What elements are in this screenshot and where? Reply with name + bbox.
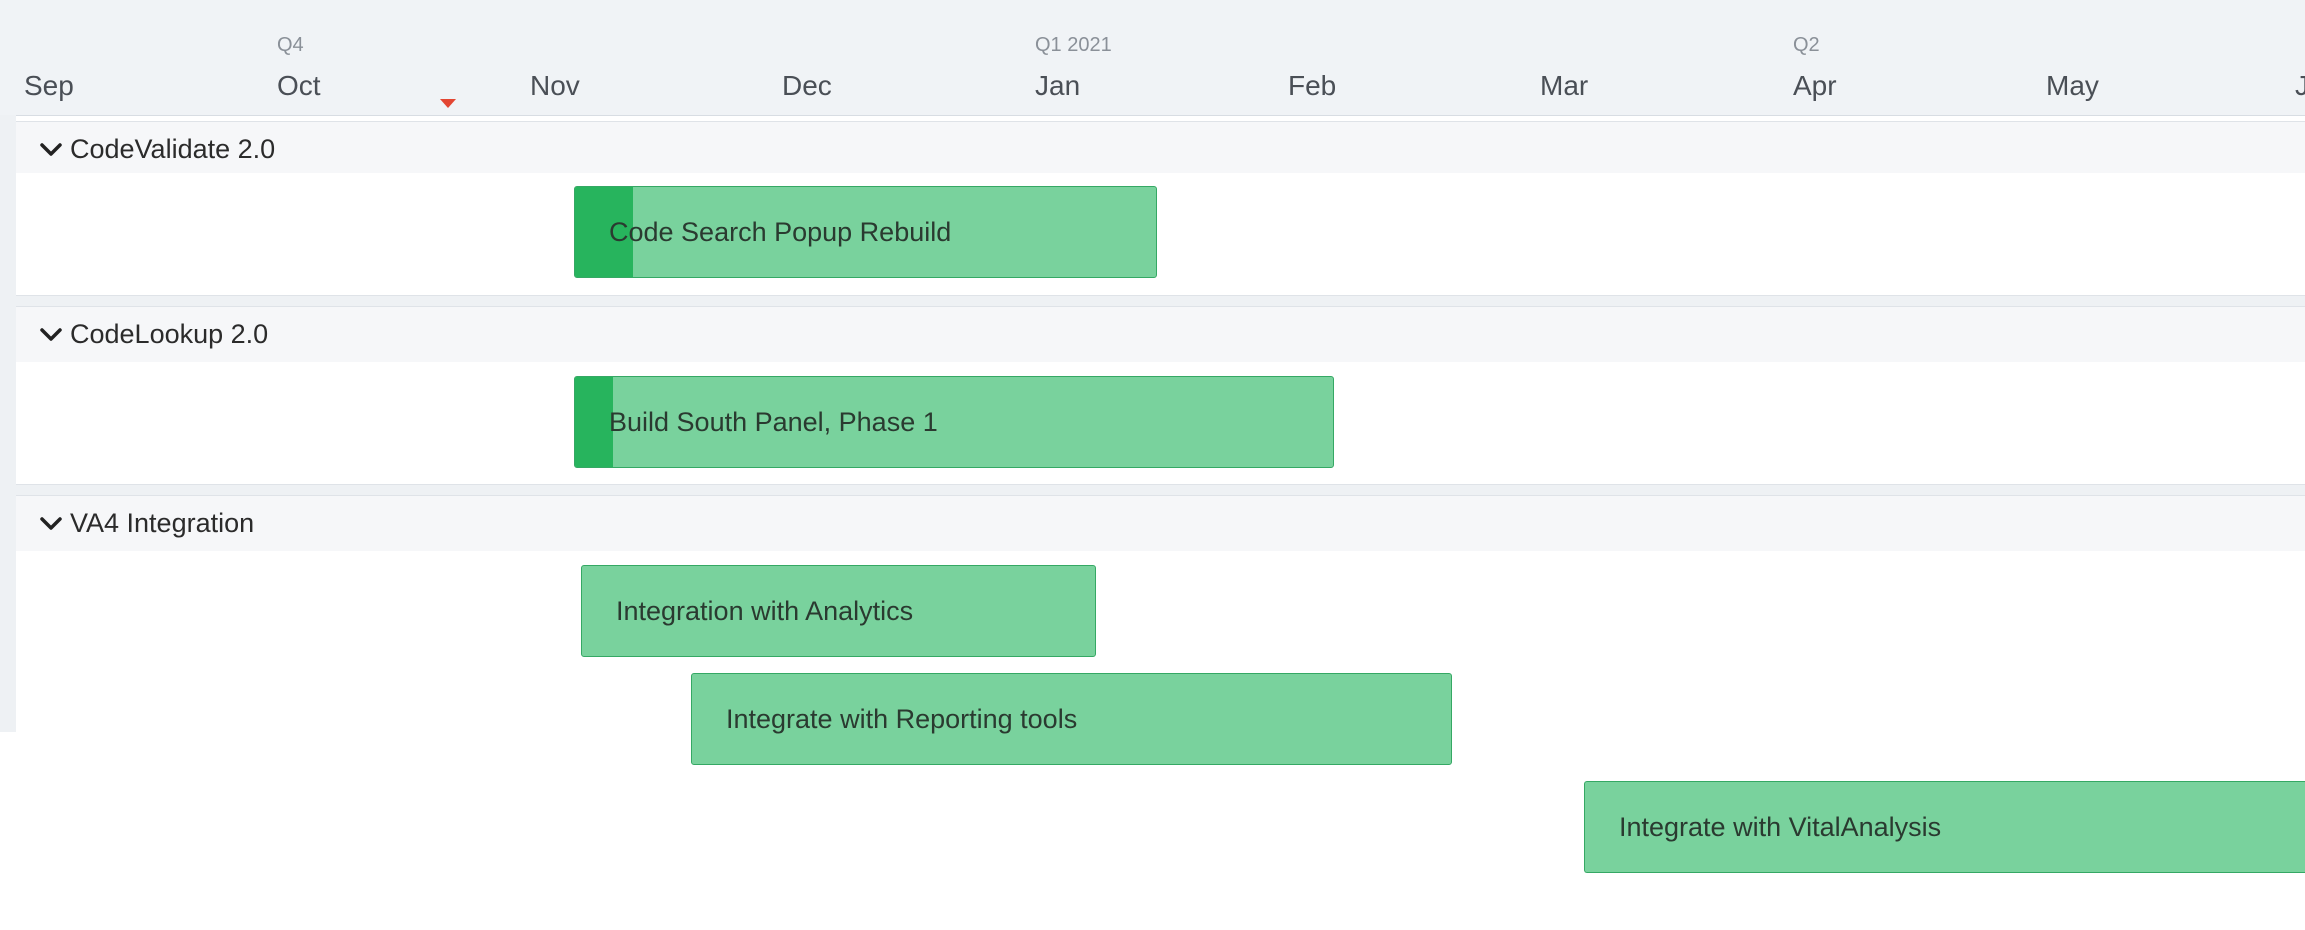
- chevron-down-icon[interactable]: [36, 509, 66, 539]
- task-label: Integrate with VitalAnalysis: [1619, 811, 1942, 842]
- task-bar-code-search-popup-rebuild[interactable]: Code Search Popup Rebuild: [574, 186, 1157, 278]
- month-label-jun-partial: J: [2295, 70, 2305, 101]
- month-label-mar: Mar: [1540, 70, 1589, 101]
- group-body-codevalidate: Code Search Popup Rebuild: [16, 173, 2305, 295]
- quarter-label-q4: Q4: [277, 34, 304, 56]
- group-header-va4-integration[interactable]: VA4 Integration: [16, 495, 2305, 552]
- left-gutter-blank: [0, 732, 12, 930]
- month-label-jan: Jan: [1035, 70, 1081, 101]
- task-bar-integrate-with-vitalanalysis[interactable]: Integrate with VitalAnalysis: [1584, 781, 2305, 873]
- group-title: CodeValidate 2.0: [70, 134, 276, 164]
- month-label-apr: Apr: [1793, 70, 1837, 101]
- task-progress: [575, 377, 613, 467]
- task-label: Integrate with Reporting tools: [726, 703, 1078, 734]
- task-bar-integrate-with-reporting-tools[interactable]: Integrate with Reporting tools: [691, 673, 1452, 765]
- group-header-codevalidate[interactable]: CodeValidate 2.0: [16, 121, 2305, 178]
- group-title: VA4 Integration: [70, 508, 255, 538]
- task-label: Build South Panel, Phase 1: [609, 406, 938, 437]
- month-label-sep: Sep: [24, 70, 74, 101]
- task-bar-integration-with-analytics[interactable]: Integration with Analytics: [581, 565, 1096, 657]
- quarter-label-q1-2021: Q1 2021: [1035, 34, 1112, 56]
- month-label-nov: Nov: [530, 70, 580, 101]
- left-gutter: [0, 115, 16, 732]
- task-bar-build-south-panel[interactable]: Build South Panel, Phase 1: [574, 376, 1334, 468]
- group-header-codelookup[interactable]: CodeLookup 2.0: [16, 306, 2305, 363]
- chevron-down-icon[interactable]: [36, 320, 66, 350]
- task-label: Integration with Analytics: [616, 595, 914, 626]
- quarter-label-q2: Q2: [1793, 34, 1820, 56]
- month-label-feb: Feb: [1288, 70, 1337, 101]
- month-label-dec: Dec: [782, 70, 832, 101]
- group-title: CodeLookup 2.0: [70, 319, 269, 349]
- month-label-may: May: [2046, 70, 2099, 101]
- task-label: Code Search Popup Rebuild: [609, 216, 952, 247]
- month-label-oct: Oct: [277, 70, 321, 101]
- chevron-down-icon[interactable]: [36, 135, 66, 165]
- group-body-va4-integration: Integration with Analytics Integrate wit…: [16, 551, 2305, 930]
- group-body-codelookup: Build South Panel, Phase 1: [16, 362, 2305, 484]
- today-marker-icon: [440, 99, 456, 108]
- timeline-header: Q4 Q1 2021 Q2 Sep Oct Nov Dec Jan Feb Ma…: [0, 0, 2305, 116]
